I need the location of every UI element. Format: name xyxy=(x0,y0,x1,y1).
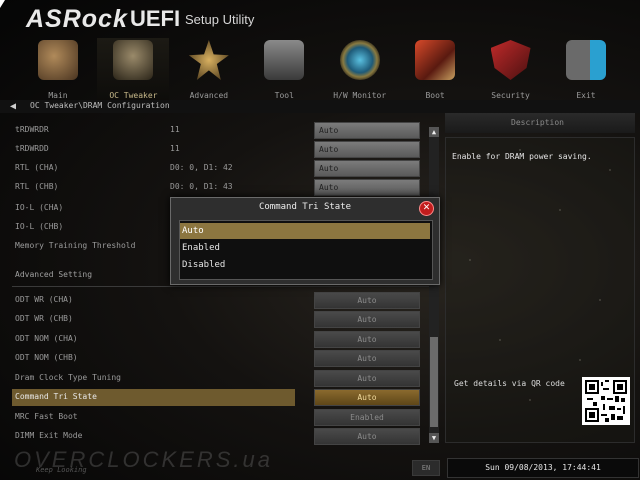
tab-boot[interactable]: Boot xyxy=(399,38,471,102)
breadcrumb: OC Tweaker\DRAM Configuration xyxy=(30,101,170,110)
setting-name: DIMM Exit Mode xyxy=(15,431,83,440)
setting-dropdown[interactable]: Auto xyxy=(314,122,420,139)
option-auto[interactable]: Auto xyxy=(180,223,430,239)
setting-dropdown[interactable]: Auto xyxy=(314,311,420,328)
settings-scrollbar[interactable]: ▲ ▼ xyxy=(429,127,439,443)
qr-code-icon xyxy=(582,377,630,425)
setting-name: ODT NOM (CHB) xyxy=(15,353,78,362)
shield-icon xyxy=(490,40,531,80)
tab-security[interactable]: Security xyxy=(475,38,547,102)
tab-label: Tool xyxy=(274,91,294,100)
tab-main[interactable]: Main xyxy=(22,38,94,102)
star-icon xyxy=(188,40,229,80)
option-enabled[interactable]: Enabled xyxy=(180,240,430,256)
dialog-title: Command Tri State xyxy=(258,202,352,212)
tab-tool[interactable]: Tool xyxy=(248,38,320,102)
setting-row-trdwrdr[interactable]: tRDWRDR 11 Auto xyxy=(0,121,440,140)
monitor-icon xyxy=(339,40,380,80)
exit-icon xyxy=(565,40,606,80)
setting-row-dimm-exit-mode[interactable]: DIMM Exit Mode Auto xyxy=(0,427,440,446)
setting-value: 11 xyxy=(170,125,180,134)
option-list: Auto Enabled Disabled xyxy=(179,220,433,280)
rocket-icon xyxy=(113,40,154,80)
setting-name: tRDWRDD xyxy=(15,144,49,153)
option-dialog: Command Tri State ✕ Auto Enabled Disable… xyxy=(170,197,440,285)
setting-row-trdwrdd[interactable]: tRDWRDD 11 Auto xyxy=(0,140,440,159)
tab-label: Main xyxy=(48,91,68,100)
tab-label: Advanced xyxy=(189,91,229,100)
main-icon xyxy=(38,40,78,80)
setting-name: tRDWRDR xyxy=(15,125,49,134)
main-tabs: Main OC Tweaker Advanced Tool H/W Monito… xyxy=(22,38,622,102)
setting-dropdown[interactable]: Auto xyxy=(314,141,420,158)
breadcrumb-bar: ◀ OC Tweaker\DRAM Configuration xyxy=(0,100,640,113)
setting-row-odt-wr-cha[interactable]: ODT WR (CHA) Auto xyxy=(0,291,440,310)
description-header: Description xyxy=(445,113,635,133)
tab-hw-monitor[interactable]: H/W Monitor xyxy=(324,38,396,102)
tab-advanced[interactable]: Advanced xyxy=(173,38,245,102)
back-arrow-icon[interactable]: ◀ xyxy=(10,101,16,112)
option-disabled[interactable]: Disabled xyxy=(180,257,430,273)
setting-name: RTL (CHA) xyxy=(15,163,59,172)
description-title: Description xyxy=(511,118,564,127)
setting-dropdown[interactable]: Auto xyxy=(314,350,420,367)
setting-value: D0: 0, D1: 43 xyxy=(170,182,233,191)
product-name: UEFI xyxy=(130,6,181,31)
setting-name: IO-L (CHB) xyxy=(15,222,64,231)
tab-label: H/W Monitor xyxy=(333,91,387,100)
section-divider xyxy=(12,286,437,287)
setting-name: ODT WR (CHA) xyxy=(15,295,73,304)
tab-label: Security xyxy=(491,91,530,100)
toolbox-icon xyxy=(264,40,305,80)
close-icon[interactable]: ✕ xyxy=(419,201,434,216)
product-subtitle: Setup Utility xyxy=(185,12,255,27)
setting-dropdown[interactable]: Auto xyxy=(314,292,420,309)
tab-oc-tweaker[interactable]: OC Tweaker xyxy=(97,38,170,102)
setting-name: RTL (CHB) xyxy=(15,182,59,191)
setting-dropdown[interactable]: Auto xyxy=(314,389,420,406)
setting-row-mrc-fast-boot[interactable]: MRC Fast Boot Enabled xyxy=(0,408,440,427)
setting-dropdown[interactable]: Auto xyxy=(314,331,420,348)
language-button[interactable]: EN xyxy=(412,460,440,476)
mouse-pointer-icon xyxy=(0,0,5,8)
setting-row-odt-nom-chb[interactable]: ODT NOM (CHB) Auto xyxy=(0,349,440,368)
scroll-down-icon[interactable]: ▼ xyxy=(429,433,439,443)
setting-name: Command Tri State xyxy=(15,392,97,401)
setting-name: IO-L (CHA) xyxy=(15,203,64,212)
tab-exit[interactable]: Exit xyxy=(550,38,622,102)
tab-label: Exit xyxy=(576,91,596,100)
date-time: Sun 09/08/2013, 17:44:41 xyxy=(447,458,639,478)
tab-label: OC Tweaker xyxy=(109,91,158,100)
tab-label: Boot xyxy=(425,91,445,100)
description-text: Enable for DRAM power saving. xyxy=(452,152,592,161)
section-title: Advanced Setting xyxy=(15,270,93,279)
brand-logo: ASRock xyxy=(26,5,128,33)
setting-value: D0: 0, D1: 42 xyxy=(170,163,233,172)
setting-row-rtl-cha[interactable]: RTL (CHA) D0: 0, D1: 42 Auto xyxy=(0,159,440,178)
setting-name: ODT WR (CHB) xyxy=(15,314,73,323)
setting-dropdown[interactable]: Auto xyxy=(314,428,420,445)
scroll-thumb[interactable] xyxy=(430,337,438,427)
setting-name: Dram Clock Type Tuning xyxy=(15,373,121,382)
boot-icon xyxy=(415,40,456,80)
setting-name: ODT NOM (CHA) xyxy=(15,334,78,343)
qr-label: Get details via QR code xyxy=(454,379,565,388)
setting-row-rtl-chb[interactable]: RTL (CHB) D0: 0, D1: 43 Auto xyxy=(0,178,440,197)
setting-row-odt-nom-cha[interactable]: ODT NOM (CHA) Auto xyxy=(0,330,440,349)
tagline: Keep Looking xyxy=(36,466,87,474)
setting-dropdown[interactable]: Auto xyxy=(314,370,420,387)
scroll-up-icon[interactable]: ▲ xyxy=(429,127,439,137)
setting-row-odt-wr-chb[interactable]: ODT WR (CHB) Auto xyxy=(0,310,440,329)
setting-dropdown[interactable]: Auto xyxy=(314,179,420,196)
setting-name: MRC Fast Boot xyxy=(15,412,78,421)
header: ASRock UEFI Setup Utility xyxy=(0,0,640,38)
setting-name: Memory Training Threshold xyxy=(15,241,136,250)
setting-value: 11 xyxy=(170,144,180,153)
setting-dropdown[interactable]: Enabled xyxy=(314,409,420,426)
setting-row-command-tri-state[interactable]: Command Tri State Auto xyxy=(0,388,440,407)
setting-row-dram-clock-type-tuning[interactable]: Dram Clock Type Tuning Auto xyxy=(0,369,440,388)
setting-dropdown[interactable]: Auto xyxy=(314,160,420,177)
